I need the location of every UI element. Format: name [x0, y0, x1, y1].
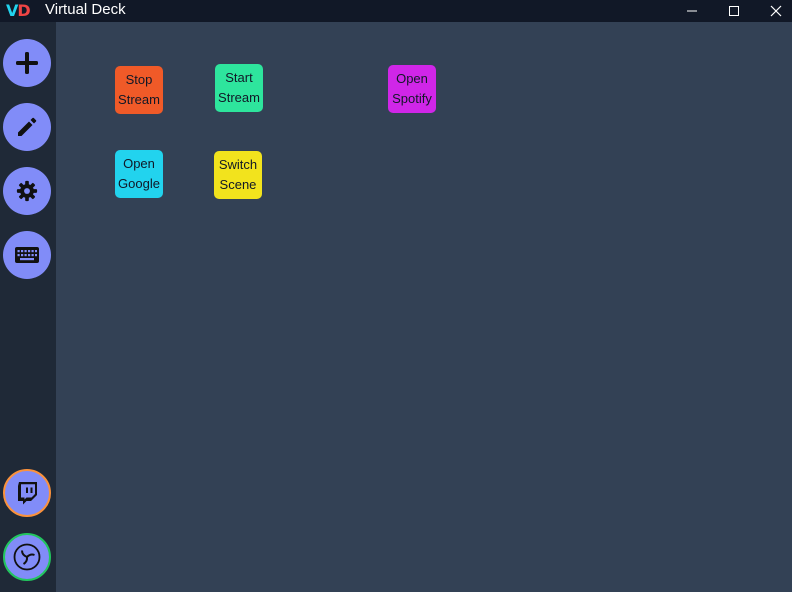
pencil-icon	[18, 117, 37, 136]
plus-icon	[16, 52, 38, 74]
deck-button-label: Open Google	[118, 156, 160, 191]
title-bar: VD Virtual Deck	[0, 0, 792, 22]
deck-button-label: Start Stream	[218, 70, 260, 105]
keyboard-button[interactable]	[3, 231, 51, 279]
maximize-button[interactable]	[714, 0, 754, 22]
settings-button[interactable]	[3, 167, 51, 215]
close-button[interactable]	[756, 0, 792, 22]
close-icon	[770, 5, 782, 17]
deck-button-label: Stop Stream	[118, 72, 160, 107]
deck-button-open-google[interactable]: Open Google	[115, 150, 163, 198]
edit-button[interactable]	[3, 103, 51, 151]
add-button[interactable]	[3, 39, 51, 87]
twitch-button[interactable]	[3, 469, 51, 517]
minimize-button[interactable]	[672, 0, 712, 22]
deck-button-start-stream[interactable]: Start Stream	[215, 64, 263, 112]
deck-button-open-spotify[interactable]: Open Spotify	[388, 65, 436, 113]
twitch-icon	[18, 482, 37, 505]
obs-icon	[13, 543, 41, 571]
window-title: Virtual Deck	[45, 1, 126, 18]
app-logo: VD	[6, 1, 31, 20]
obs-button[interactable]	[3, 533, 51, 581]
keyboard-icon	[15, 247, 39, 263]
minimize-icon	[687, 10, 697, 12]
maximize-icon	[729, 6, 739, 16]
deck-button-label: Open Spotify	[392, 71, 432, 106]
sidebar	[0, 22, 56, 592]
deck-button-stop-stream[interactable]: Stop Stream	[115, 66, 163, 114]
gear-icon	[16, 180, 38, 202]
deck-button-switch-scene[interactable]: Switch Scene	[214, 151, 262, 199]
deck-button-label: Switch Scene	[218, 157, 258, 192]
